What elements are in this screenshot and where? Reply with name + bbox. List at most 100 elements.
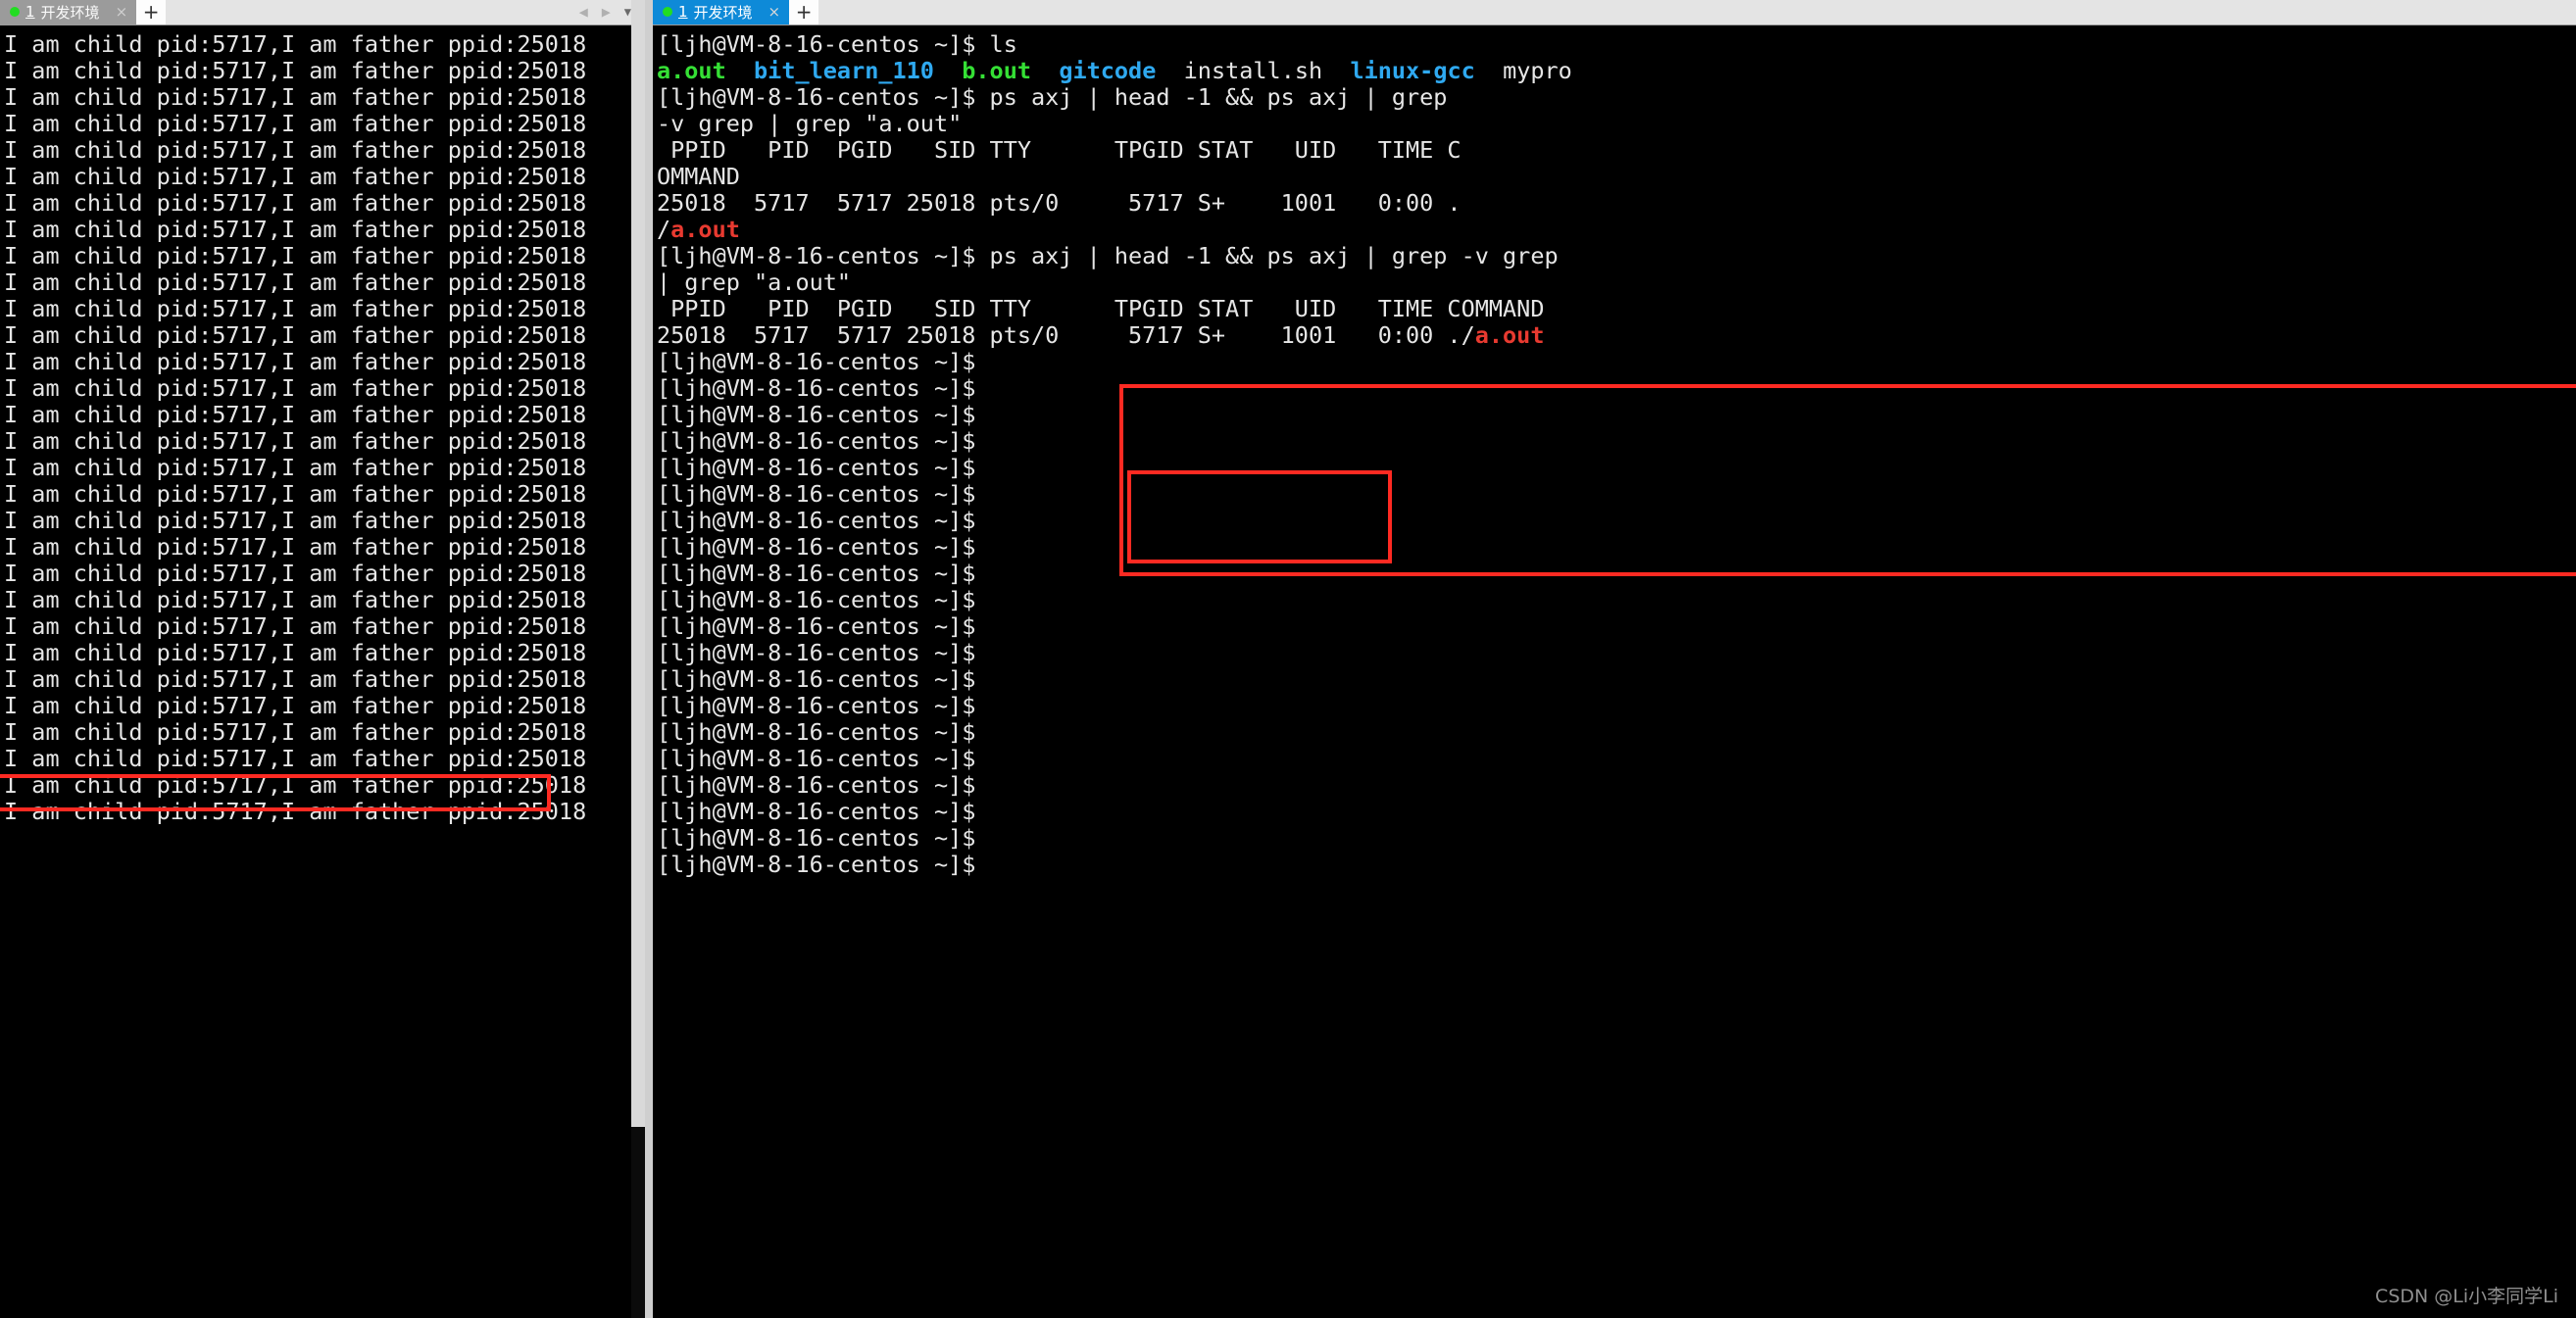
terminal-text-white — [1475, 57, 1503, 84]
terminal-line-cmd-ps-2a: [ljh@VM-8-16-centos ~]$ ps axj | head -1… — [657, 243, 2576, 269]
left-output-line: I am child pid:5717,I am father ppid:250… — [4, 507, 587, 534]
left-tab-title: 开发环境 — [40, 3, 100, 22]
terminal-text-white: [ljh@VM-8-16-centos ~]$ — [656, 480, 976, 508]
left-output-line: I am child pid:5717,I am father ppid:250… — [4, 136, 587, 164]
left-tab-dev-env[interactable]: 1 开发环境 × — [0, 0, 137, 24]
left-output-line: I am child pid:5717,I am father ppid:250… — [4, 560, 587, 587]
terminal-text-white: [ljh@VM-8-16-centos ~]$ — [656, 454, 976, 481]
terminal-line-prompt-20: [ljh@VM-8-16-centos ~]$ — [657, 852, 2576, 878]
terminal-line-prompt-16: [ljh@VM-8-16-centos ~]$ — [657, 746, 2576, 772]
terminal-line-prompt-5: [ljh@VM-8-16-centos ~]$ — [657, 455, 2576, 481]
nav-prev-icon[interactable]: ◀ — [579, 3, 588, 21]
terminal-line-prompt-3: [ljh@VM-8-16-centos ~]$ — [657, 402, 2576, 428]
left-output-line: I am child pid:5717,I am father ppid:250… — [4, 612, 587, 640]
right-tab-dev-env[interactable]: 1 开发环境 × — [652, 0, 790, 24]
terminal-app-window: 1 开发环境 × + ◀ ▶ ▼ I am child pid:5717,I a… — [0, 0, 2576, 1318]
left-output-line: I am child pid:5717,I am father ppid:250… — [4, 268, 587, 296]
terminal-text-white: [ljh@VM-8-16-centos ~]$ — [656, 612, 976, 640]
left-output-line: I am child pid:5717,I am father ppid:250… — [4, 348, 587, 375]
terminal-line-prompt-1: [ljh@VM-8-16-centos ~]$ — [657, 349, 2576, 375]
csdn-watermark: CSDN @Li小李同学Li — [2375, 1286, 2558, 1307]
left-tab-bar: 1 开发环境 × + ◀ ▶ ▼ — [0, 0, 645, 25]
terminal-line-prompt-19: [ljh@VM-8-16-centos ~]$ — [657, 825, 2576, 852]
left-vertical-scrollbar[interactable] — [630, 0, 645, 1318]
terminal-line-prompt-13: [ljh@VM-8-16-centos ~]$ — [657, 666, 2576, 693]
terminal-text-white: [ljh@VM-8-16-centos ~]$ — [656, 533, 976, 561]
terminal-text-white: [ljh@VM-8-16-centos ~]$ — [656, 692, 976, 719]
green-status-dot — [662, 7, 672, 17]
left-terminal-panel: 1 开发环境 × + ◀ ▶ ▼ I am child pid:5717,I a… — [0, 0, 645, 1318]
left-output-line: I am child pid:5717,I am father ppid:250… — [4, 480, 587, 508]
right-tab-number: 1 — [677, 3, 688, 21]
close-icon[interactable]: × — [768, 3, 781, 21]
terminal-text-white: [ljh@VM-8-16-centos ~]$ — [656, 586, 976, 613]
terminal-text-white — [934, 57, 962, 84]
right-tab-controls — [818, 0, 2576, 24]
terminal-line-prompt-6: [ljh@VM-8-16-centos ~]$ — [657, 481, 2576, 508]
terminal-text-white: [ljh@VM-8-16-centos ~]$ — [656, 560, 976, 587]
left-output-line: I am child pid:5717,I am father ppid:250… — [4, 216, 587, 243]
left-output-line: I am child pid:5717,I am father ppid:250… — [4, 586, 587, 613]
left-output-line: I am child pid:5717,I am father ppid:250… — [4, 374, 587, 402]
terminal-line-prompt-14: [ljh@VM-8-16-centos ~]$ — [657, 693, 2576, 719]
terminal-text-green: a.out — [656, 57, 726, 84]
left-output-line: I am child pid:5717,I am father ppid:250… — [4, 454, 587, 481]
terminal-text-white: [ljh@VM-8-16-centos ~]$ — [656, 798, 976, 825]
terminal-line-ps-row-1a: 25018 5717 5717 25018 pts/0 5717 S+ 1001… — [657, 190, 2576, 217]
left-scrollbar-thumb[interactable] — [630, 0, 645, 1127]
left-output-line: I am child pid:5717,I am father ppid:250… — [4, 189, 587, 217]
right-tab-bar: 1 开发环境 × + — [652, 0, 2576, 25]
terminal-line-cmd-ps-2b: | grep "a.out" — [657, 269, 2576, 296]
terminal-text-white — [1031, 57, 1059, 84]
left-output-line: I am child pid:5717,I am father ppid:250… — [4, 718, 587, 746]
terminal-text-white: [ljh@VM-8-16-centos ~]$ ps axj | head -1… — [656, 83, 1448, 111]
terminal-text-white: [ljh@VM-8-16-centos ~]$ — [656, 665, 976, 693]
right-terminal-output[interactable]: [ljh@VM-8-16-centos ~]$ ls a.out bit_lear… — [652, 25, 2576, 1318]
close-icon[interactable]: × — [116, 3, 128, 21]
terminal-line-prompt-2: [ljh@VM-8-16-centos ~]$ — [657, 375, 2576, 402]
terminal-text-white: [ljh@VM-8-16-centos ~]$ — [656, 718, 976, 746]
left-output-line: I am child pid:5717,I am father ppid:250… — [4, 798, 587, 825]
terminal-text-white: 25018 5717 5717 25018 pts/0 5717 S+ 1001… — [656, 189, 1461, 217]
terminal-line-prompt-18: [ljh@VM-8-16-centos ~]$ — [657, 799, 2576, 825]
terminal-text-cyan: gitcode — [1059, 57, 1157, 84]
terminal-text-red: a.out — [1474, 321, 1545, 349]
panel-splitter[interactable] — [644, 0, 653, 1318]
terminal-line-ps-header-1a: PPID PID PGID SID TTY TPGID STAT UID TIM… — [657, 137, 2576, 164]
terminal-line-prompt-8: [ljh@VM-8-16-centos ~]$ — [657, 534, 2576, 561]
terminal-text-white: [ljh@VM-8-16-centos ~]$ — [656, 401, 976, 428]
chevron-down-icon[interactable]: ▼ — [624, 5, 631, 19]
terminal-text-white: / — [656, 216, 671, 243]
left-terminal-output[interactable]: I am child pid:5717,I am father ppid:250… — [0, 25, 645, 1318]
left-output-line: I am child pid:5717,I am father ppid:250… — [4, 665, 587, 693]
left-output-line: I am child pid:5717,I am father ppid:250… — [4, 321, 587, 349]
terminal-text-white: [ljh@VM-8-16-centos ~]$ — [656, 374, 976, 402]
terminal-line-cmd-ps-1b: -v grep | grep "a.out" — [657, 111, 2576, 137]
left-output-line: I am child pid:5717,I am father ppid:250… — [4, 639, 587, 666]
left-new-tab-button[interactable]: + — [136, 0, 167, 24]
left-output-line: I am child pid:5717,I am father ppid:250… — [4, 57, 587, 84]
terminal-text-white: [ljh@VM-8-16-centos ~]$ — [656, 745, 976, 772]
left-output-line: I am child pid:5717,I am father ppid:250… — [4, 295, 587, 322]
terminal-line-prompt-10: [ljh@VM-8-16-centos ~]$ — [657, 587, 2576, 613]
terminal-text-green: b.out — [962, 57, 1032, 84]
terminal-text-white: PPID PID PGID SID TTY TPGID STAT UID TIM… — [656, 136, 1461, 164]
right-new-tab-button[interactable]: + — [789, 0, 819, 24]
terminal-text-cyan: bit_learn_110 — [754, 57, 934, 84]
terminal-text-white: | grep "a.out" — [656, 268, 852, 296]
left-output-line: I am child pid:5717,I am father ppid:250… — [4, 745, 587, 772]
terminal-line-cmd-ls: [ljh@VM-8-16-centos ~]$ ls — [657, 31, 2576, 58]
terminal-text-red: a.out — [670, 216, 740, 243]
left-output-line: I am child pid:5717,I am father ppid:250… — [4, 427, 587, 455]
terminal-text-white — [726, 57, 754, 84]
terminal-line-prompt-7: [ljh@VM-8-16-centos ~]$ — [657, 508, 2576, 534]
right-terminal-panel: 1 开发环境 × + [ljh@VM-8-16-centos ~]$ ls a.o… — [652, 0, 2576, 1318]
terminal-line-prompt-4: [ljh@VM-8-16-centos ~]$ — [657, 428, 2576, 455]
terminal-text-white: [ljh@VM-8-16-centos ~]$ ps axj | head -1… — [656, 242, 1559, 269]
terminal-line-ls-output: a.out bit_learn_110 b.out gitcode instal… — [657, 58, 2576, 84]
nav-next-icon[interactable]: ▶ — [602, 3, 611, 21]
left-output-line: I am child pid:5717,I am father ppid:250… — [4, 242, 587, 269]
left-output-line: I am child pid:5717,I am father ppid:250… — [4, 83, 587, 111]
terminal-text-white: [ljh@VM-8-16-centos ~]$ — [656, 427, 976, 455]
terminal-text-white — [1322, 57, 1350, 84]
